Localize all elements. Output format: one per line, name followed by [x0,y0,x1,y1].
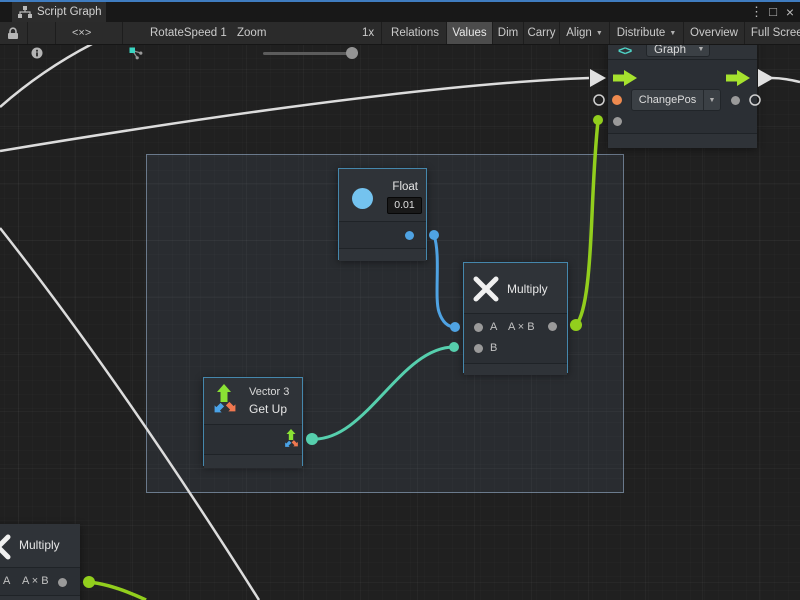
multiply-x-icon [472,275,500,303]
maximize-icon[interactable]: □ [766,2,780,22]
window-focus-accent [0,0,800,2]
graph-tab-icon [18,6,32,18]
output-port[interactable] [58,578,67,587]
float-value-field[interactable]: 0.01 [387,197,422,214]
flow-input-arrow-icon[interactable] [613,70,637,86]
chevron-down-icon: ▼ [669,30,676,37]
vector3-output-port-icon[interactable] [278,428,300,451]
float-circle-icon [352,188,373,209]
graph-dropdown-label: Graph [647,44,693,56]
tab-script-graph[interactable]: Script Graph [12,2,106,22]
input-b-port[interactable] [474,344,483,353]
zoom-label: Zoom [237,22,266,44]
float-output-port[interactable] [405,231,414,240]
full-screen-button[interactable]: Full Screen [745,22,800,44]
carry-button[interactable]: Carry [524,22,559,44]
button-label: Align [566,27,592,39]
output-port[interactable] [548,322,557,331]
node-footer [339,248,426,261]
code-view-toggle[interactable]: <×> [72,22,91,44]
tab-title: Script Graph [37,6,102,18]
toolbar-divider [381,22,382,44]
button-label: Distribute [617,27,666,39]
script-graph-window: <> Graph ▼ ChangePos ▼ Float 0.01 [0,0,800,600]
value-input-port-2[interactable] [613,117,622,126]
node-graph-group[interactable]: <> Graph ▼ ChangePos ▼ [608,42,757,147]
chevron-down-icon: ▼ [693,46,709,53]
zoom-value: 1x [362,22,374,44]
breadcrumb[interactable]: RotateSpeed 1 [150,22,227,44]
node-footer [464,363,567,375]
toolbar-divider [27,22,28,44]
zoom-slider-track[interactable] [263,52,358,55]
node-title: Get Up [249,402,287,416]
node-multiply[interactable]: Multiply A A × B B [463,262,568,373]
button-label: Full Screen [751,27,800,39]
node-title: Multiply [507,282,548,296]
toolbar-divider [122,22,123,44]
zoom-slider-handle[interactable] [346,47,358,59]
button-label: Dim [498,27,518,39]
node-header: Multiply [464,263,567,314]
distribute-button[interactable]: Distribute▼ [610,22,683,44]
chevron-down-icon: ▼ [596,30,603,37]
node-footer [608,133,757,148]
button-label: Values [452,27,486,39]
changepos-dropdown[interactable]: ChangePos ▼ [631,89,721,111]
input-a-label: A [3,575,10,587]
tab-bar: Script Graph ⋮ □ × [0,2,800,22]
output-label: A × B [22,575,49,587]
node-header: Vector 3 Get Up [204,378,302,425]
close-icon[interactable]: × [783,2,797,22]
button-label: Overview [690,27,738,39]
node-title: Multiply [19,538,60,552]
button-label: Carry [527,27,555,39]
multiply-x-icon [0,533,12,561]
flow-output-arrow-icon[interactable] [726,70,750,86]
node-float[interactable]: Float 0.01 [338,168,427,260]
button-label: Relations [391,27,439,39]
chevron-down-icon: ▼ [704,97,720,104]
changepos-dropdown-label: ChangePos [632,94,703,106]
node-footer [204,454,302,468]
values-button[interactable]: Values [447,22,492,44]
node-header: Multiply [0,524,80,568]
lock-icon[interactable] [7,27,19,40]
node-multiply-partial[interactable]: Multiply A A × B [0,524,80,600]
node-title: Float [392,181,418,193]
vector3-arrows-icon [208,383,242,420]
menu-kebab-icon[interactable]: ⋮ [750,2,762,22]
node-vector3-get-up[interactable]: Vector 3 Get Up [203,377,303,466]
align-button[interactable]: Align ▼ [560,22,609,44]
toolbar: <×> RotateSpeed 1 Zoom 1x Relations Valu… [0,22,800,45]
input-b-label: B [490,342,497,354]
script-graph-breadcrumb-icon [129,47,143,60]
code-brackets-icon: <> [618,43,631,58]
output-label: A × B [508,321,535,333]
node-type-label: Vector 3 [249,386,289,398]
node-header: Float 0.01 [339,169,426,222]
relations-button[interactable]: Relations [384,22,446,44]
input-a-port[interactable] [474,323,483,332]
value-input-port[interactable] [612,95,622,105]
input-a-label: A [490,321,497,333]
info-icon[interactable] [31,47,43,59]
value-output-port[interactable] [731,96,740,105]
dim-button[interactable]: Dim [493,22,523,44]
node-footer [0,595,80,600]
toolbar-divider [55,22,56,44]
overview-button[interactable]: Overview [684,22,744,44]
